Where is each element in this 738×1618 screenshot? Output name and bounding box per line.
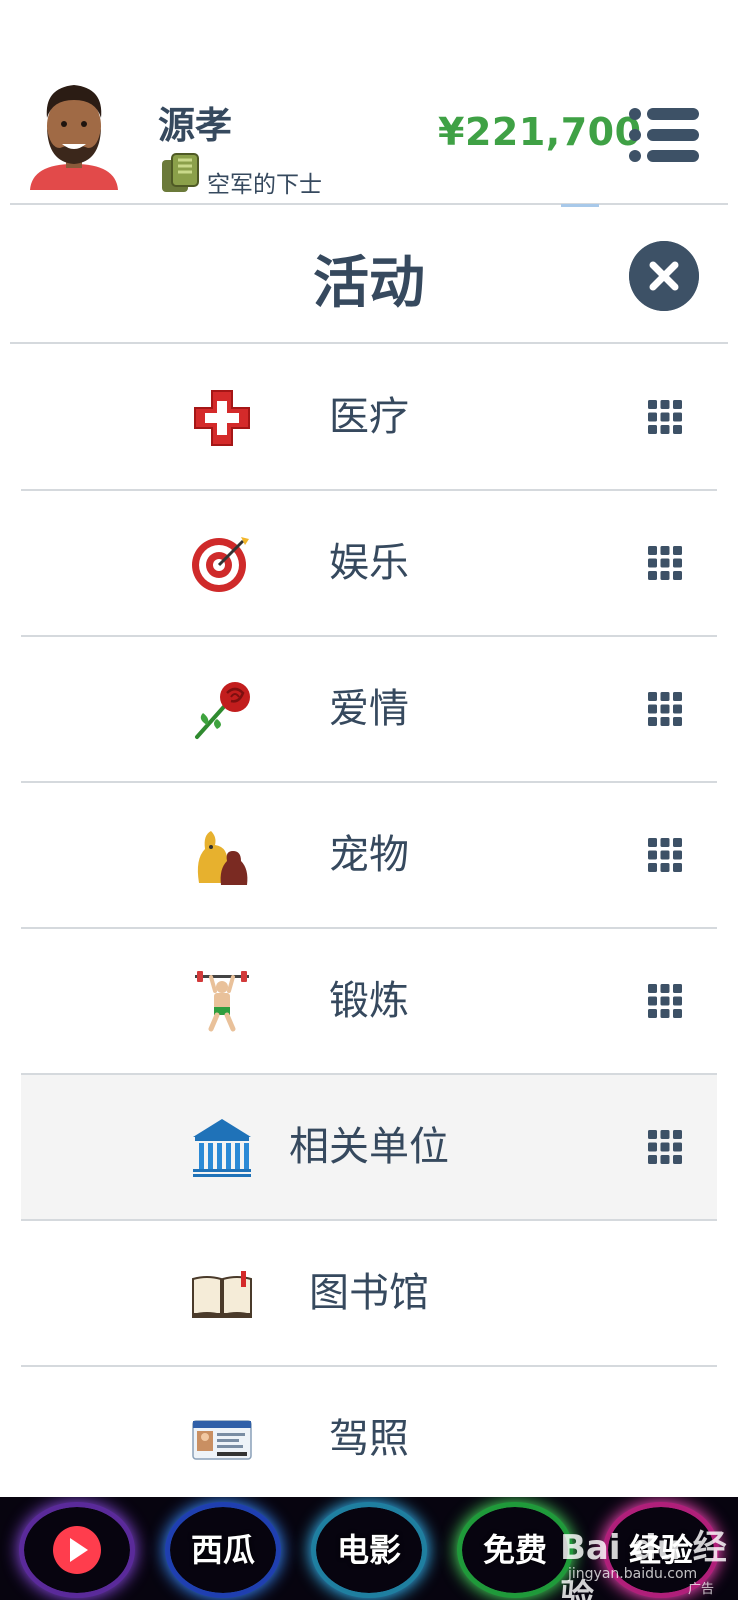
activity-label: 锻炼 [329,978,409,1024]
menu-icon[interactable] [628,107,700,163]
panel-title: 活动 [313,251,425,316]
header-divider [10,203,728,205]
ad-tag: 广告 [688,1582,715,1597]
avatar[interactable] [28,78,120,190]
activity-label: 相关单位 [289,1124,449,1170]
grid-icon[interactable] [648,1130,682,1164]
ad-button-free[interactable]: 免费 [462,1507,568,1593]
activity-list: 医疗 娱乐 爱情 宠物 锻炼 相关单位 图书馆 驾照 [21,345,717,1513]
watermark-url: jingyan.baidu.com [568,1566,698,1582]
activity-label: 图书馆 [309,1270,429,1316]
player-rank: 空军的下士 [207,172,322,198]
activity-item-medical[interactable]: 医疗 [21,345,717,491]
play-icon [53,1526,101,1574]
activity-item-related-units[interactable]: 相关单位 [21,1075,717,1221]
title-divider [10,342,728,344]
ad-button-movie[interactable]: 电影 [316,1507,422,1593]
activity-item-driving-license[interactable]: 驾照 [21,1367,717,1513]
activity-item-pets[interactable]: 宠物 [21,783,717,929]
top-header: 源孝 空军的下士 ¥221,700 [0,0,738,205]
activity-label: 娱乐 [329,540,409,586]
activity-label: 宠物 [329,832,409,878]
money-balance: ¥221,700 [438,110,642,154]
activity-label: 爱情 [329,686,409,732]
rank-insignia-icon [162,153,199,192]
close-button[interactable] [629,241,699,311]
grid-icon[interactable] [648,838,682,872]
ad-button-xigua[interactable]: 西瓜 [170,1507,276,1593]
scroll-indicator [561,204,599,207]
activity-item-exercise[interactable]: 锻炼 [21,929,717,1075]
player-name: 源孝 [158,104,232,147]
grid-icon[interactable] [648,400,682,434]
activity-label: 医疗 [329,394,409,440]
grid-icon[interactable] [648,692,682,726]
activity-item-love[interactable]: 爱情 [21,637,717,783]
ad-button-play[interactable] [24,1507,130,1593]
grid-icon[interactable] [648,984,682,1018]
activity-item-library[interactable]: 图书馆 [21,1221,717,1367]
grid-icon[interactable] [648,546,682,580]
activity-label: 驾照 [329,1416,409,1462]
activity-item-entertainment[interactable]: 娱乐 [21,491,717,637]
